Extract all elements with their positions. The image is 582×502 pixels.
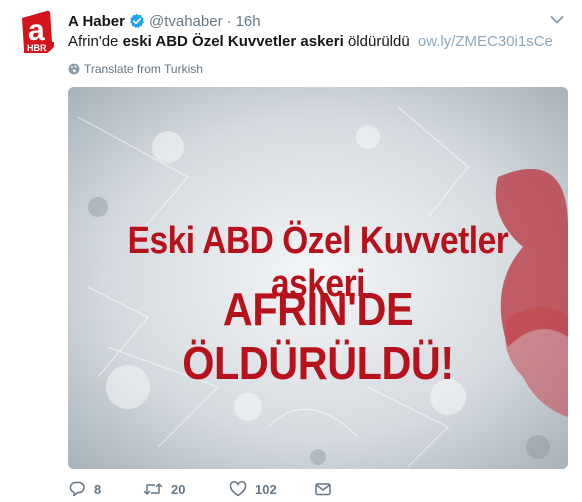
author-name[interactable]: A Haber: [68, 13, 125, 30]
like-count: 102: [255, 481, 277, 497]
globe-icon: [68, 63, 80, 75]
tweet-media-image[interactable]: Eski ABD Özel Kuvvetler askeri AFRİN'DE …: [68, 87, 568, 469]
tweet-actions: 8 20 102: [68, 478, 332, 500]
verified-badge-icon: [129, 13, 145, 29]
tweet-text-part1: Afrin'de: [68, 33, 123, 50]
heart-icon: [229, 481, 247, 497]
a-haber-logo: a HBR: [8, 6, 59, 57]
like-button[interactable]: 102: [229, 480, 314, 498]
direct-message-button[interactable]: [314, 480, 332, 498]
reply-button[interactable]: 8: [68, 480, 143, 498]
envelope-icon: [315, 483, 331, 496]
media-headline-line2: AFRİN'DE ÖLDÜRÜLDÜ!: [182, 283, 454, 389]
separator-dot: ·: [226, 12, 232, 30]
tweet-text-bold: eski ABD Özel Kuvvetler askeri: [122, 33, 344, 50]
tweet-text: Afrin'de eski ABD Özel Kuvvetler askeri …: [68, 32, 553, 52]
translate-button[interactable]: Translate from Turkish: [68, 61, 203, 77]
tweet-timestamp[interactable]: 16h: [236, 13, 261, 30]
chevron-down-icon[interactable]: [550, 15, 564, 25]
tweet-link[interactable]: ow.ly/ZMEC30i1sCe: [418, 33, 553, 50]
retweet-button[interactable]: 20: [143, 480, 229, 498]
retweet-icon: [143, 483, 163, 495]
reply-count: 8: [94, 481, 102, 497]
tweet-text-part2: öldürüldü: [343, 33, 410, 50]
avatar[interactable]: a HBR: [8, 6, 59, 57]
retweet-count: 20: [171, 481, 186, 497]
translate-label: Translate from Turkish: [84, 62, 203, 76]
reply-icon: [69, 481, 85, 497]
author-handle[interactable]: @tvahaber: [149, 13, 223, 30]
tweet-card[interactable]: a HBR A Haber @tvahaber · 16h Afrin'de e…: [0, 0, 582, 502]
svg-text:HBR: HBR: [27, 43, 47, 53]
tweet-header: A Haber @tvahaber · 16h: [68, 11, 261, 31]
